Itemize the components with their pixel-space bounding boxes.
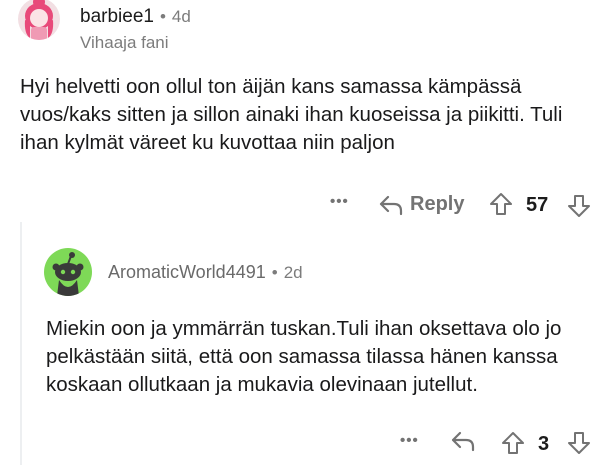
username[interactable]: AromaticWorld4491 bbox=[108, 262, 266, 283]
more-options-icon: ••• bbox=[400, 432, 419, 449]
upvote-button[interactable] bbox=[488, 191, 514, 217]
vote-score: 57 bbox=[526, 194, 549, 216]
user-avatar-barbiee1[interactable] bbox=[18, 0, 60, 40]
separator-dot: • bbox=[271, 263, 278, 282]
downvote-button[interactable] bbox=[566, 430, 592, 456]
downvote-button[interactable] bbox=[566, 193, 592, 219]
more-options-button[interactable]: ••• bbox=[400, 432, 419, 449]
comment-body: Miekin oon ja ymmärrän tuskan.Tuli ihan … bbox=[46, 317, 562, 396]
thread-line-vertical bbox=[20, 222, 22, 465]
reply-label: Reply bbox=[410, 193, 465, 215]
reply-icon bbox=[451, 431, 475, 452]
reply-button[interactable] bbox=[450, 430, 476, 452]
timestamp: 4d bbox=[171, 7, 191, 26]
username[interactable]: barbiee1 bbox=[80, 6, 154, 28]
vote-score: 3 bbox=[538, 433, 550, 455]
downvote-arrow-icon bbox=[568, 195, 590, 217]
timestamp: 2d bbox=[283, 263, 303, 282]
avatar-illustration-icon bbox=[24, 0, 54, 40]
more-options-icon: ••• bbox=[330, 193, 349, 210]
separator-dot: • bbox=[159, 7, 166, 26]
upvote-arrow-icon bbox=[502, 432, 524, 454]
more-options-button[interactable]: ••• bbox=[330, 193, 349, 210]
downvote-arrow-icon bbox=[568, 432, 590, 454]
comment-body: Hyi helvetti oon ollul ton äijän kans sa… bbox=[20, 75, 563, 154]
upvote-button[interactable] bbox=[500, 430, 526, 456]
upvote-arrow-icon bbox=[490, 193, 512, 215]
user-flair: Vihaaja fani bbox=[80, 33, 169, 52]
reply-button[interactable]: Reply bbox=[378, 193, 464, 216]
snoo-avatar-icon bbox=[52, 252, 84, 296]
user-avatar-aromaticworld4491[interactable] bbox=[44, 248, 92, 296]
reply-icon bbox=[379, 195, 403, 215]
